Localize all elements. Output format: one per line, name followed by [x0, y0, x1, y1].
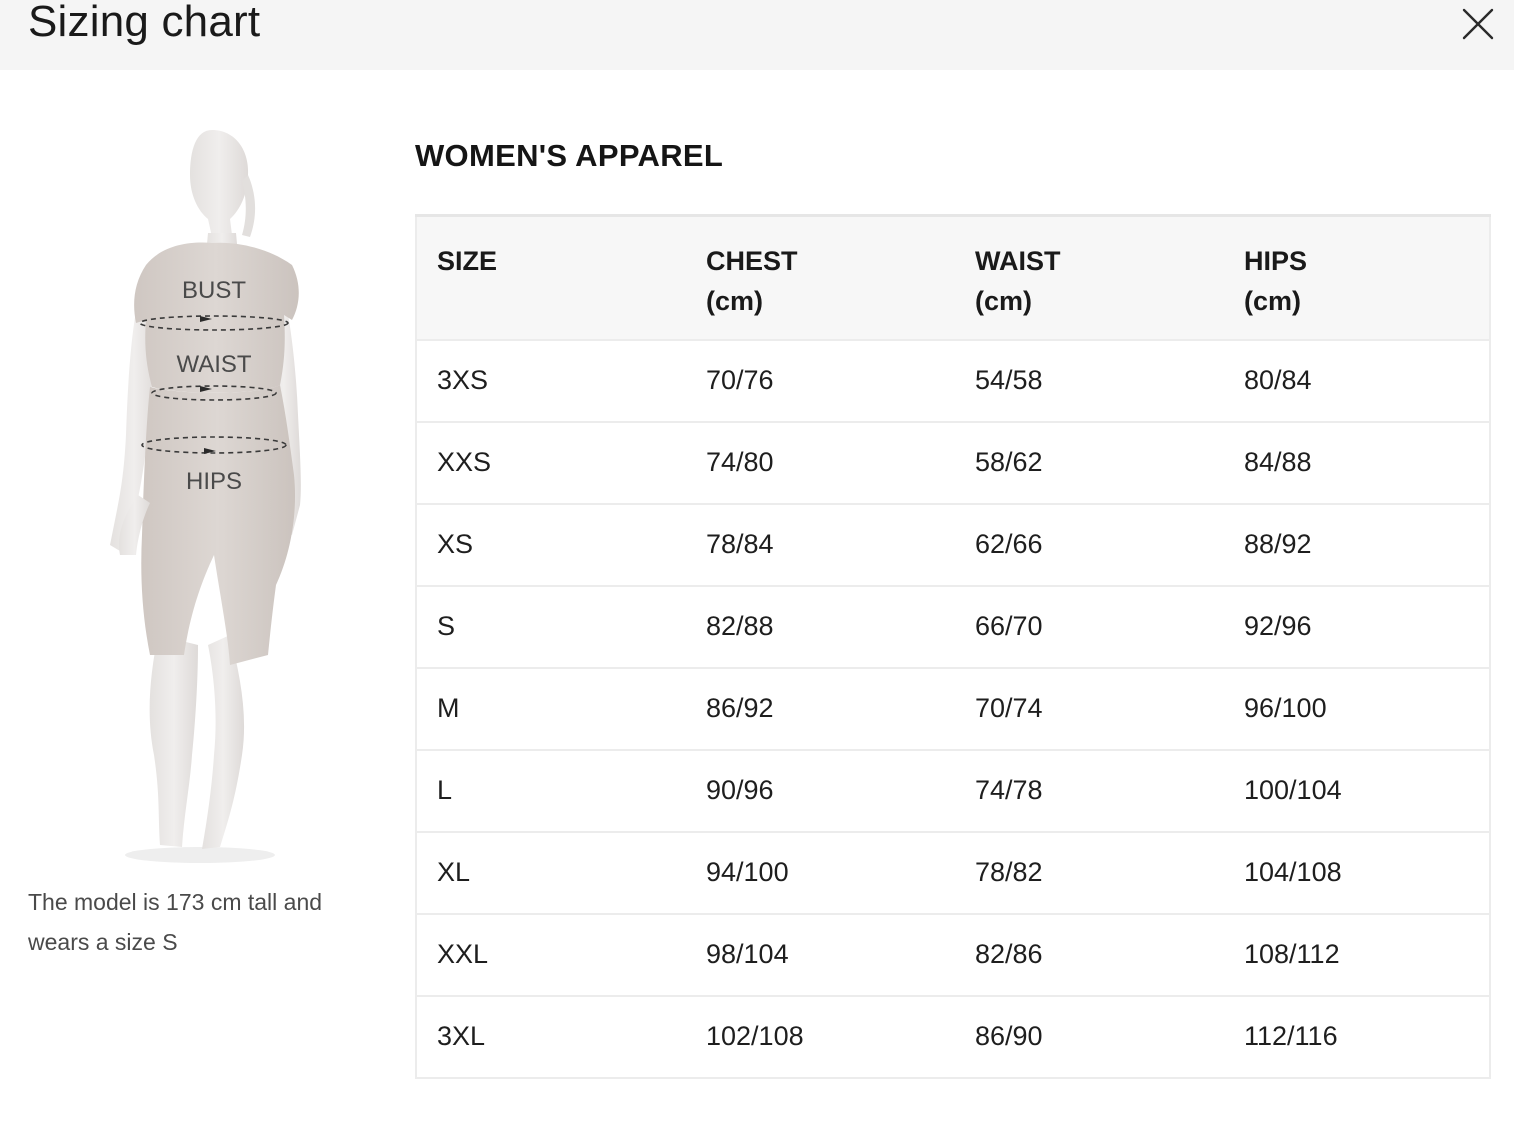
table-row: 3XL 102/108 86/90 112/116 — [416, 995, 1490, 1078]
cell-chest: 94/100 — [706, 857, 789, 887]
table-row: XXS 74/80 58/62 84/88 — [416, 421, 1490, 504]
cell-hips: 100/104 — [1244, 775, 1342, 805]
table-row: XL 94/100 78/82 104/108 — [416, 831, 1490, 914]
cell-size: XL — [437, 857, 471, 887]
cell-waist: 86/90 — [975, 1021, 1043, 1051]
cell-size: XS — [437, 529, 474, 559]
cell-chest: 82/88 — [706, 611, 774, 641]
cell-hips: 80/84 — [1244, 365, 1312, 395]
header-label: CHEST — [706, 246, 798, 276]
cell-size: L — [437, 775, 453, 805]
table-header-row: SIZE CHEST (cm) WAIST (cm) HIPS (cm) — [416, 215, 1490, 340]
cell-waist: 78/82 — [975, 857, 1043, 887]
table-row: XXL 98/104 82/86 108/112 — [416, 913, 1490, 996]
header-waist: WAIST (cm) — [955, 216, 1224, 340]
header-label: WAIST — [975, 246, 1061, 276]
cell-size: 3XL — [437, 1021, 486, 1051]
header-size: SIZE — [416, 216, 686, 340]
cell-size: XXL — [437, 939, 489, 969]
cell-hips: 108/112 — [1244, 939, 1340, 969]
header-label: HIPS — [1244, 246, 1308, 276]
section-heading: WOMEN'S APPAREL — [415, 138, 724, 173]
cell-size: 3XS — [437, 365, 489, 395]
header-unit: (cm) — [975, 286, 1033, 316]
cell-size: M — [437, 693, 460, 723]
cell-size: XXS — [437, 447, 492, 477]
header-unit: (cm) — [1244, 286, 1302, 316]
modal-header: Sizing chart — [0, 0, 1514, 70]
cell-waist: 74/78 — [975, 775, 1043, 805]
waist-label: WAIST — [176, 351, 251, 378]
cell-chest: 70/76 — [706, 365, 774, 395]
table-row: 3XS 70/76 54/58 80/84 — [416, 339, 1490, 422]
cell-chest: 90/96 — [706, 775, 774, 805]
body-silhouette-image: BUST WAIST HIPS — [110, 130, 301, 863]
header-label: SIZE — [437, 246, 498, 276]
close-icon — [1456, 2, 1498, 44]
cell-chest: 102/108 — [706, 1021, 804, 1051]
bust-label: BUST — [182, 277, 246, 304]
cell-chest: 98/104 — [706, 939, 789, 969]
cell-waist: 58/62 — [975, 447, 1043, 477]
table-row: XS 78/84 62/66 88/92 — [416, 503, 1490, 586]
cell-waist: 62/66 — [975, 529, 1043, 559]
table-row: M 86/92 70/74 96/100 — [416, 667, 1490, 750]
header-unit: (cm) — [706, 286, 764, 316]
cell-size: S — [437, 611, 456, 641]
header-hips: HIPS (cm) — [1224, 216, 1490, 340]
cell-chest: 78/84 — [706, 529, 774, 559]
cell-chest: 74/80 — [706, 447, 774, 477]
cell-waist: 54/58 — [975, 365, 1043, 395]
close-button[interactable] — [1456, 2, 1498, 44]
header-chest: CHEST (cm) — [686, 216, 955, 340]
table-row: S 82/88 66/70 92/96 — [416, 585, 1490, 668]
size-table: SIZE CHEST (cm) WAIST (cm) HIPS (cm) 3XS… — [415, 214, 1491, 1079]
cell-chest: 86/92 — [706, 693, 774, 723]
hips-label: HIPS — [186, 468, 242, 495]
model-size-note: The model is 173 cm tall and wears a siz… — [28, 889, 323, 955]
cell-hips: 104/108 — [1244, 857, 1342, 887]
cell-hips: 112/116 — [1244, 1021, 1338, 1051]
cell-hips: 92/96 — [1244, 611, 1312, 641]
table-row: L 90/96 74/78 100/104 — [416, 749, 1490, 832]
cell-hips: 96/100 — [1244, 693, 1327, 723]
cell-waist: 70/74 — [975, 693, 1043, 723]
cell-hips: 84/88 — [1244, 447, 1312, 477]
cell-waist: 66/70 — [975, 611, 1043, 641]
cell-hips: 88/92 — [1244, 529, 1312, 559]
modal-title: Sizing chart — [28, 0, 261, 46]
cell-waist: 82/86 — [975, 939, 1043, 969]
measurement-figure: BUST WAIST HIPS — [80, 115, 320, 875]
